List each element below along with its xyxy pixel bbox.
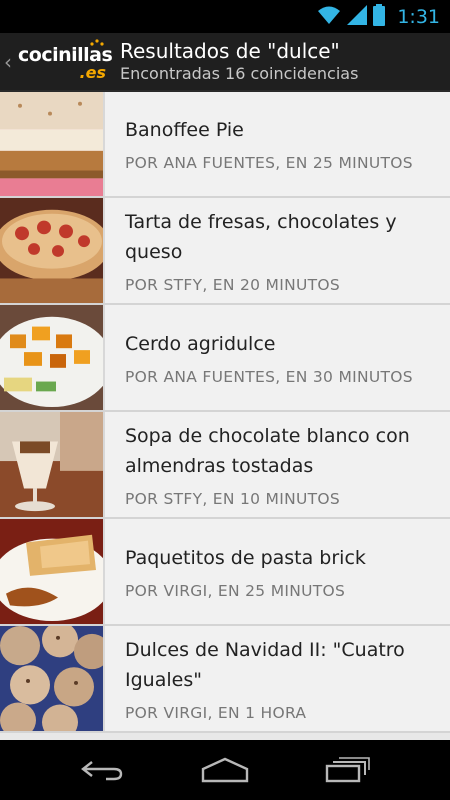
recipe-title: Cerdo agridulce bbox=[125, 332, 276, 355]
recipe-thumbnail bbox=[0, 626, 105, 731]
results-list[interactable]: Banoffee Pie POR ANA FUENTES, EN 25 MINU… bbox=[0, 92, 450, 740]
recipe-meta: POR VIRGI, EN 1 HORA bbox=[125, 703, 307, 722]
recipe-thumbnail bbox=[0, 519, 105, 624]
recipe-thumbnail bbox=[0, 198, 105, 303]
logo-tld: .es bbox=[79, 62, 106, 82]
recipe-thumbnail bbox=[0, 305, 105, 410]
recipe-thumbnail bbox=[0, 92, 105, 196]
recipe-title: Banoffee Pie bbox=[125, 119, 244, 141]
up-caret-icon[interactable]: ‹ bbox=[4, 50, 16, 74]
list-item[interactable]: Cerdo agridulce POR ANA FUENTES, EN 30 M… bbox=[0, 305, 450, 412]
page-subtitle: Encontradas 16 coincidencias bbox=[120, 64, 359, 83]
wifi-icon bbox=[317, 5, 341, 29]
recipe-title: Sopa de chocolate blanco con almendras t… bbox=[125, 424, 410, 477]
clock: 1:31 bbox=[397, 5, 440, 28]
list-item[interactable]: Banoffee Pie POR ANA FUENTES, EN 25 MINU… bbox=[0, 92, 450, 198]
recipe-title: Paquetitos de pasta brick bbox=[125, 546, 366, 569]
recipe-meta: POR ANA FUENTES, EN 30 MINUTOS bbox=[125, 367, 413, 386]
recipe-title: Dulces de Navidad II: "Cuatro Iguales" bbox=[125, 638, 405, 691]
list-item[interactable]: Dulces de Navidad II: "Cuatro Iguales" P… bbox=[0, 626, 450, 733]
recipe-meta: POR ANA FUENTES, EN 25 MINUTOS bbox=[125, 154, 413, 172]
app-logo[interactable]: cocinillas .es bbox=[18, 38, 113, 86]
battery-icon bbox=[373, 3, 386, 30]
signal-icon bbox=[347, 4, 368, 29]
recipe-meta: POR STFY, EN 20 MINUTOS bbox=[125, 275, 341, 294]
action-bar: ‹ cocinillas .es Resultados de "dulce" E… bbox=[0, 33, 450, 92]
recent-apps-icon[interactable] bbox=[318, 750, 378, 790]
recipe-meta: POR STFY, EN 10 MINUTOS bbox=[125, 489, 341, 508]
page-title: Resultados de "dulce" bbox=[120, 39, 340, 63]
recipe-thumbnail bbox=[0, 412, 105, 517]
navigation-bar bbox=[0, 740, 450, 800]
back-icon[interactable] bbox=[72, 750, 132, 790]
recipe-title: Tarta de fresas, chocolates y queso bbox=[125, 210, 397, 263]
action-bar-titles: Resultados de "dulce" Encontradas 16 coi… bbox=[120, 39, 358, 84]
recipe-meta: POR VIRGI, EN 25 MINUTOS bbox=[125, 581, 346, 600]
home-icon[interactable] bbox=[195, 750, 255, 790]
status-bar: 1:31 bbox=[0, 0, 450, 33]
list-item[interactable]: Tarta de fresas, chocolates y queso POR … bbox=[0, 198, 450, 305]
list-item[interactable]: Sopa de chocolate blanco con almendras t… bbox=[0, 412, 450, 519]
list-item[interactable]: Paquetitos de pasta brick POR VIRGI, EN … bbox=[0, 519, 450, 626]
